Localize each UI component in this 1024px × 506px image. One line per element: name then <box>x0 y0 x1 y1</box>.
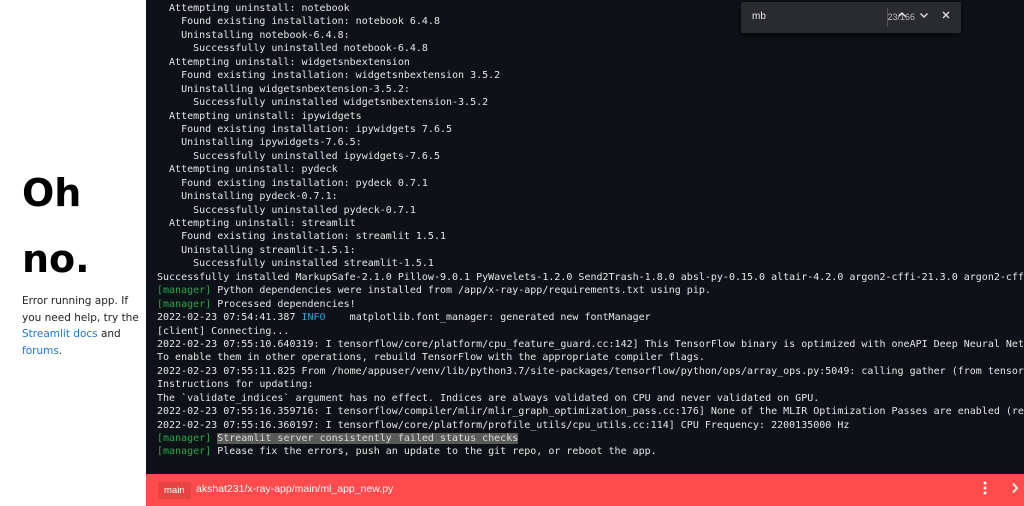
log-text: Python dependencies were installed from … <box>211 285 711 297</box>
error-panel: Oh no. Error running app. If you need he… <box>0 0 146 506</box>
close-icon <box>942 11 950 19</box>
log-line: [manager] Please fix the errors, push an… <box>157 445 1024 458</box>
log-text: The `validate_indices` argument has no e… <box>157 392 820 404</box>
branch-badge: main <box>158 482 191 499</box>
log-text: Attempting uninstall: widgetsnbextension <box>157 56 410 68</box>
expand-button[interactable] <box>1008 481 1022 499</box>
log-text: Uninstalling widgetsnbextension-3.5.2: <box>157 83 410 95</box>
log-timestamp: 2022-02-23 07:54:41.387 <box>157 312 302 324</box>
log-text: Found existing installation: widgetsnbex… <box>157 70 501 82</box>
log-manager-tag: [manager] <box>157 433 212 444</box>
log-text: 2022-02-23 07:55:16.359716: I tensorflow… <box>157 406 1024 418</box>
log-line: Uninstalling streamlit-1.5.1: <box>157 244 1024 257</box>
log-text: 2022-02-23 07:55:16.360197: I tensorflow… <box>157 419 850 431</box>
log-text: Found existing installation: ipywidgets … <box>157 123 453 135</box>
log-text: Attempting uninstall: streamlit <box>157 218 356 229</box>
log-text: 2022-02-23 07:55:10.640319: I tensorflow… <box>157 338 1024 350</box>
log-line: Instructions for updating: <box>157 378 1024 391</box>
error-text: Error running app. If you need help, try… <box>22 295 139 324</box>
log-text: Found existing installation: streamlit 1… <box>157 231 446 243</box>
log-line: Attempting uninstall: widgetsnbextension <box>157 56 1024 69</box>
log-line: Successfully uninstalled notebook-6.4.8 <box>157 42 1024 55</box>
log-line: [manager] Streamlit server consistently … <box>157 432 1024 445</box>
log-line: Found existing installation: widgetsnbex… <box>157 69 1024 82</box>
find-next-button[interactable] <box>915 8 933 27</box>
log-line: 2022-02-23 07:55:16.360197: I tensorflow… <box>157 419 1024 432</box>
log-text: Uninstalling streamlit-1.5.1: <box>157 244 356 256</box>
log-text: Attempting uninstall: pydeck <box>157 164 338 176</box>
app-file-path[interactable]: akshat231/x-ray-app/main/ml_app_new.py <box>196 483 393 495</box>
log-line: Uninstalling pydeck-0.7.1: <box>157 190 1024 203</box>
log-text: To enable them in other operations, rebu… <box>157 352 705 364</box>
log-text: Please fix the errors, push an update to… <box>211 446 657 458</box>
error-message: Error running app. If you need help, try… <box>22 293 144 359</box>
terminal-log[interactable]: Attempting uninstall: notebook Found exi… <box>146 0 1024 474</box>
log-text: Found existing installation: notebook 6.… <box>157 16 440 28</box>
log-line: [manager] Python dependencies were insta… <box>157 284 1024 297</box>
log-line: Found existing installation: pydeck 0.7.… <box>157 177 1024 190</box>
log-line: Found existing installation: streamlit 1… <box>157 230 1024 243</box>
log-line: Attempting uninstall: pydeck <box>157 163 1024 176</box>
app-status-bar: main akshat231/x-ray-app/main/ml_app_new… <box>146 474 1024 506</box>
log-line: 2022-02-23 07:55:10.640319: I tensorflow… <box>157 338 1024 351</box>
log-line: Successfully uninstalled widgetsnbextens… <box>157 96 1024 109</box>
forums-link[interactable]: forums <box>22 345 59 357</box>
log-highlighted-text: Streamlit server consistently failed sta… <box>217 433 519 444</box>
log-line: Successfully uninstalled streamlit-1.5.1 <box>157 257 1024 270</box>
error-heading-line1: Oh <box>22 171 82 215</box>
log-manager-tag: [manager] <box>157 298 212 310</box>
find-bar: mb 23/166 <box>741 2 961 33</box>
log-line: [manager] Processed dependencies! <box>157 298 1024 311</box>
log-text: 2022-02-23 07:55:11.825 From /home/appus… <box>157 365 1024 377</box>
error-text-end: . <box>58 344 63 357</box>
log-line: Attempting uninstall: ipywidgets <box>157 110 1024 123</box>
log-line: Found existing installation: ipywidgets … <box>157 123 1024 136</box>
log-level: INFO <box>301 312 326 324</box>
log-text: Successfully uninstalled notebook-6.4.8 <box>157 43 428 55</box>
log-line: 2022-02-23 07:54:41.387 INFO matplotlib.… <box>157 311 1024 324</box>
chevron-up-icon <box>898 12 906 17</box>
log-text: Successfully uninstalled streamlit-1.5.1 <box>157 258 434 270</box>
find-input[interactable]: mb <box>752 11 766 22</box>
log-text: Processed dependencies! <box>211 298 356 310</box>
find-divider <box>887 8 888 27</box>
log-text: Uninstalling pydeck-0.7.1: <box>157 191 338 203</box>
log-line: [client] Connecting... <box>157 325 1024 338</box>
error-text-and: and <box>97 328 121 340</box>
streamlit-docs-link[interactable]: Streamlit docs <box>22 328 98 340</box>
log-text: Attempting uninstall: ipywidgets <box>157 110 362 122</box>
find-previous-button[interactable] <box>893 8 911 27</box>
more-vertical-icon <box>983 481 987 495</box>
find-close-button[interactable] <box>937 8 955 27</box>
log-line: Attempting uninstall: streamlit <box>157 217 1024 230</box>
log-line: 2022-02-23 07:55:16.359716: I tensorflow… <box>157 405 1024 418</box>
log-text: Successfully uninstalled pydeck-0.7.1 <box>157 204 416 216</box>
log-text: [client] Connecting... <box>157 325 290 337</box>
more-menu-button[interactable] <box>978 481 992 499</box>
log-line: Successfully uninstalled pydeck-0.7.1 <box>157 204 1024 217</box>
log-line: To enable them in other operations, rebu… <box>157 351 1024 364</box>
log-line: Uninstalling widgetsnbextension-3.5.2: <box>157 83 1024 96</box>
log-text: Found existing installation: pydeck 0.7.… <box>157 177 428 189</box>
terminal-lines: Attempting uninstall: notebook Found exi… <box>157 2 1024 459</box>
log-line: Uninstalling ipywidgets-7.6.5: <box>157 136 1024 149</box>
log-line: Successfully uninstalled ipywidgets-7.6.… <box>157 150 1024 163</box>
log-text: matplotlib.font_manager: generated new f… <box>325 312 651 324</box>
log-text: Successfully uninstalled ipywidgets-7.6.… <box>157 150 440 162</box>
log-text: Attempting uninstall: notebook <box>157 3 350 14</box>
log-text: Successfully uninstalled widgetsnbextens… <box>157 97 489 109</box>
log-text: Instructions for updating: <box>157 379 314 391</box>
log-text: Successfully installed MarkupSafe-2.1.0 … <box>157 271 1024 283</box>
log-line: The `validate_indices` argument has no e… <box>157 392 1024 405</box>
log-line: Successfully installed MarkupSafe-2.1.0 … <box>157 271 1024 284</box>
log-line: 2022-02-23 07:55:11.825 From /home/appus… <box>157 365 1024 378</box>
log-manager-tag: [manager] <box>157 446 212 458</box>
error-heading: Oh no. <box>22 160 90 292</box>
chevron-down-icon <box>920 13 928 18</box>
error-heading-line2: no. <box>22 237 90 281</box>
log-manager-tag: [manager] <box>157 285 212 297</box>
log-text: Uninstalling notebook-6.4.8: <box>157 29 350 41</box>
log-text: Uninstalling ipywidgets-7.6.5: <box>157 137 362 149</box>
chevron-right-icon <box>1012 482 1019 494</box>
